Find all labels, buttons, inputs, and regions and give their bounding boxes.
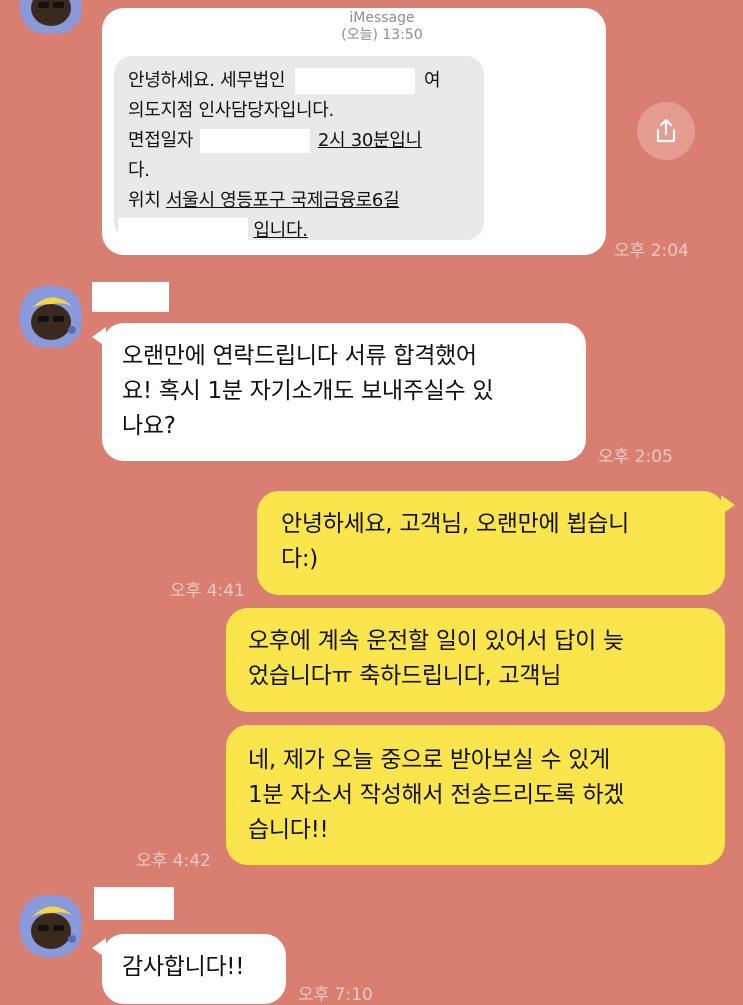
avatar-character-icon (31, 906, 76, 949)
avatar[interactable] (20, 895, 82, 957)
imessage-text: 의도지점 인사담당자입니다. (128, 100, 334, 121)
redacted-block (118, 218, 248, 244)
message-time: 오후 4:42 (136, 851, 211, 871)
message-text: 오랜만에 연락드립니다 서류 합격했어 요! 혹시 1분 자기소개도 보내주실수… (122, 343, 494, 439)
message-bubble[interactable]: 네, 제가 오늘 중으로 받아보실 수 있게 1분 자소서 작성해서 전송드리도… (226, 725, 725, 865)
message-bubble[interactable]: 오후에 계속 운전할 일이 있어서 답이 늦 었습니다ㅠ 축하드립니다, 고객님 (226, 608, 725, 712)
message-text: 오후에 계속 운전할 일이 있어서 답이 늦 었습니다ㅠ 축하드립니다, 고객님 (248, 628, 624, 689)
message-bubble[interactable]: 안녕하세요, 고객님, 오랜만에 뵙습니 다:) (257, 491, 735, 595)
bubble-tail (92, 938, 106, 958)
message-text: 안녕하세요, 고객님, 오랜만에 뵙습니 다:) (281, 511, 629, 572)
imessage-text: 안녕하세요. 세무법인 (128, 70, 286, 91)
image-message[interactable]: iMessage (오늘) 13:50 안녕하세요. 세무법인 여 의도지점 인… (102, 8, 606, 255)
sender-name-redacted (94, 887, 174, 920)
avatar[interactable] (20, 286, 82, 348)
avatar-character-icon (31, 0, 71, 26)
message-time: 오후 7:10 (298, 985, 373, 1005)
bubble-tail (92, 327, 106, 347)
sender-name-redacted (92, 282, 169, 312)
imessage-text: 여 (424, 70, 441, 91)
message-text: 네, 제가 오늘 중으로 받아보실 수 있게 1분 자소서 작성해서 전송드리도… (248, 747, 625, 843)
avatar-character-icon (31, 297, 76, 340)
imessage-text: 위치 (128, 190, 161, 211)
message-time: 오후 4:41 (170, 581, 245, 601)
message-time: 오후 2:04 (614, 241, 689, 261)
imessage-header: iMessage (오늘) 13:50 (102, 10, 662, 44)
imessage-text: 2시 30분입니 (317, 130, 422, 151)
imessage-bubble: 안녕하세요. 세무법인 여 의도지점 인사담당자입니다. 면접일자 2시 30분… (114, 56, 484, 244)
imessage-text: 입니다. (253, 220, 308, 241)
message-time: 오후 2:05 (598, 447, 673, 467)
imessage-text: 면접일자 (128, 130, 194, 151)
message-text: 감사합니다!! (122, 954, 245, 980)
share-button[interactable] (637, 102, 695, 160)
imessage-service-label: iMessage (349, 10, 415, 26)
redacted-block (200, 129, 311, 153)
imessage-text: 다. (128, 160, 150, 181)
share-icon (656, 118, 676, 143)
message-bubble[interactable]: 오랜만에 연락드립니다 서류 합격했어 요! 혹시 1분 자기소개도 보내주실수… (92, 323, 586, 461)
redacted-block (294, 68, 415, 94)
imessage-date: (오늘) 13:50 (341, 27, 423, 43)
avatar[interactable] (20, 0, 82, 34)
bubble-tail (721, 495, 735, 515)
imessage-address[interactable]: 서울시 영등포구 국제금융로6길 (166, 190, 400, 211)
